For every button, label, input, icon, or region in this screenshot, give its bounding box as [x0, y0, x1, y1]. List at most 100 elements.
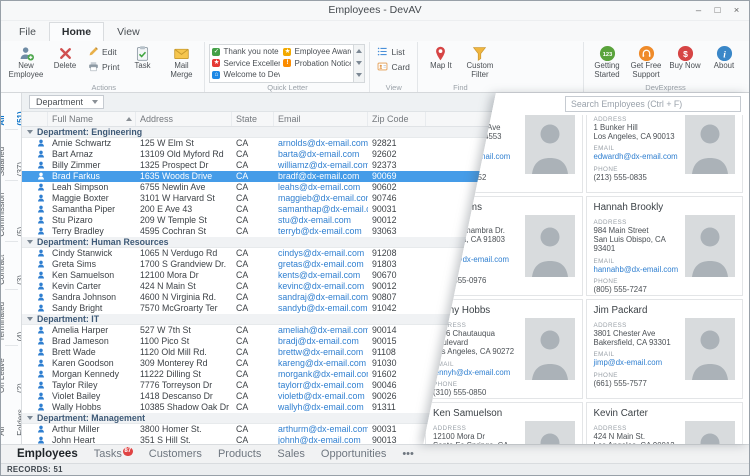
search-input[interactable] [565, 96, 741, 112]
get-free-support-button[interactable]: Get Free Support [627, 42, 665, 79]
tab-view[interactable]: View [104, 22, 153, 41]
email-link[interactable]: kevinc@dx-email.com [274, 281, 368, 292]
gallery-down-button[interactable] [354, 57, 364, 69]
card-email-value[interactable]: jennyh@dx-email.com [433, 368, 528, 377]
email-link[interactable]: bradf@dx-email.com [274, 171, 368, 182]
module-tab-opportunities[interactable]: Opportunities [313, 445, 394, 463]
email-link[interactable]: gretas@dx-email.com [274, 259, 368, 270]
list-view-icon [377, 46, 388, 57]
map-it-button[interactable]: Map It [422, 42, 460, 71]
custom-filter-button[interactable]: Custom Filter [461, 42, 499, 79]
tab-home[interactable]: Home [49, 22, 104, 41]
card-view-button[interactable]: Card [374, 60, 412, 73]
list-view-button[interactable]: List [374, 45, 412, 58]
address-cell: 1100 Pico St [136, 336, 232, 347]
email-link[interactable]: williamz@dx-email.com [274, 160, 368, 171]
card-email-value[interactable]: hannahb@dx-email.com [594, 265, 689, 274]
column-header-zip-code[interactable]: Zip Code [368, 112, 426, 126]
close-button[interactable]: × [727, 1, 746, 20]
side-tab-commission-5[interactable]: Commission (5) [1, 181, 22, 241]
address-cell: 12100 Mora Dr [136, 270, 232, 281]
task-button[interactable]: Task [123, 42, 161, 71]
gallery-dropdown-button[interactable] [354, 69, 364, 81]
print-button[interactable]: Print [85, 60, 122, 73]
email-link[interactable]: brettw@dx-email.com [274, 347, 368, 358]
employee-icon [22, 358, 48, 369]
email-link[interactable]: violetb@dx-email.com [274, 391, 368, 402]
delete-button[interactable]: Delete [46, 42, 84, 71]
dropdown-caret-icon [92, 100, 98, 104]
email-link[interactable]: arthurm@dx-email.com [274, 424, 368, 435]
quick-letter-item-probation-notice[interactable]: Probation Notice [283, 58, 351, 70]
minimize-button[interactable]: – [689, 1, 708, 20]
edit-button[interactable]: Edit [85, 45, 122, 58]
side-tab-terminated-4[interactable]: Terminated (4) [1, 290, 22, 345]
email-link[interactable]: cindys@dx-email.com [274, 248, 368, 259]
side-tab-contract-3[interactable]: Contract (3) [1, 242, 22, 289]
getting-started-button[interactable]: 123 Getting Started [588, 42, 626, 79]
column-header-address[interactable]: Address [136, 112, 232, 126]
card-email-value[interactable]: edwardh@dx-email.com [594, 152, 689, 161]
side-tab-salaried-37[interactable]: Salaried (37) [1, 130, 22, 180]
warning-icon [283, 59, 291, 67]
quick-letter-item-employee-award[interactable]: Employee Award [283, 46, 351, 58]
email-link[interactable]: ameliah@dx-email.com [274, 325, 368, 336]
email-link[interactable]: sandyb@dx-email.com [274, 303, 368, 314]
quick-letter-item-service-excellence[interactable]: Service Excellence [212, 58, 280, 70]
state-cell: CA [232, 347, 274, 358]
side-tab-on-leave-2[interactable]: On Leave (2) [1, 346, 22, 397]
employee-card[interactable]: Hannah BrooklyADDRESS984 Main StreetSan … [586, 196, 744, 296]
card-email-label: EMAIL [594, 145, 689, 152]
about-button[interactable]: i About [705, 42, 743, 71]
gallery-up-button[interactable] [354, 45, 364, 57]
email-link[interactable]: samanthap@dx-email.com [274, 204, 368, 215]
card-view-icon [377, 61, 388, 72]
buy-now-button[interactable]: $ Buy Now [666, 42, 704, 71]
zip-cell: 91602 [368, 369, 426, 380]
module-tab-customers[interactable]: Customers [141, 445, 210, 463]
side-tab-all-folders[interactable]: All Folders [1, 397, 22, 440]
email-link[interactable]: arnolds@dx-email.com [274, 138, 368, 149]
module-tab-more[interactable]: ••• [394, 445, 422, 463]
card-email-value[interactable]: jimp@dx-email.com [594, 358, 689, 367]
tab-file[interactable]: File [6, 22, 49, 41]
zip-cell: 91208 [368, 248, 426, 259]
quick-letter-item-welcome-to-devav[interactable]: Welcome to DevAV [212, 69, 280, 81]
employee-card[interactable]: Jim PackardADDRESS3801 Chester AveBakers… [586, 299, 744, 399]
column-header-full-name[interactable]: Full Name [48, 112, 136, 126]
module-tab-products[interactable]: Products [210, 445, 269, 463]
email-link[interactable]: wallyh@dx-email.com [274, 402, 368, 413]
quick-letter-item-thank-you-note[interactable]: Thank you note [212, 46, 280, 58]
address-cell: 1700 S Grandview Dr. [136, 259, 232, 270]
full-name-cell: Samantha Piper [48, 204, 136, 215]
new-employee-button[interactable]: New Employee [7, 42, 45, 79]
employee-card[interactable]: Ken SamuelsonADDRESS12100 Mora DrSanta F… [425, 402, 583, 445]
address-cell: 200 E Ave 43 [136, 204, 232, 215]
mail-merge-button[interactable]: Mail Merge [162, 42, 200, 79]
email-link[interactable]: barta@dx-email.com [274, 149, 368, 160]
email-link[interactable]: johnh@dx-email.com [274, 435, 368, 445]
module-tab-employees[interactable]: Employees [9, 445, 86, 463]
state-cell: CA [232, 270, 274, 281]
card-name: Jim Packard [594, 305, 736, 318]
maximize-button[interactable]: □ [708, 1, 727, 20]
email-link[interactable]: sandraj@dx-email.com [274, 292, 368, 303]
email-link[interactable]: kareng@dx-email.com [274, 358, 368, 369]
module-tab-tasks[interactable]: Tasks87 [86, 445, 141, 463]
email-link[interactable]: taylorr@dx-email.com [274, 380, 368, 391]
email-link[interactable]: morgank@dx-email.com [274, 369, 368, 380]
email-link[interactable]: leahs@dx-email.com [274, 182, 368, 193]
card-email-label: EMAIL [594, 351, 689, 358]
group-by-chip-department[interactable]: Department [29, 95, 104, 109]
gallery-scrollbar [354, 44, 365, 83]
employee-card[interactable]: Kevin CarterADDRESS424 N Main St.Los Ang… [586, 402, 744, 445]
email-link[interactable]: kents@dx-email.com [274, 270, 368, 281]
email-link[interactable]: bradj@dx-email.com [274, 336, 368, 347]
email-link[interactable]: maggieb@dx-email.com [274, 193, 368, 204]
email-link[interactable]: terryb@dx-email.com [274, 226, 368, 237]
email-link[interactable]: stu@dx-email.com [274, 215, 368, 226]
column-header-email[interactable]: Email [274, 112, 368, 126]
module-tab-sales[interactable]: Sales [269, 445, 313, 463]
side-tab-all-51[interactable]: All (51) [1, 97, 22, 130]
column-header-state[interactable]: State [232, 112, 274, 126]
